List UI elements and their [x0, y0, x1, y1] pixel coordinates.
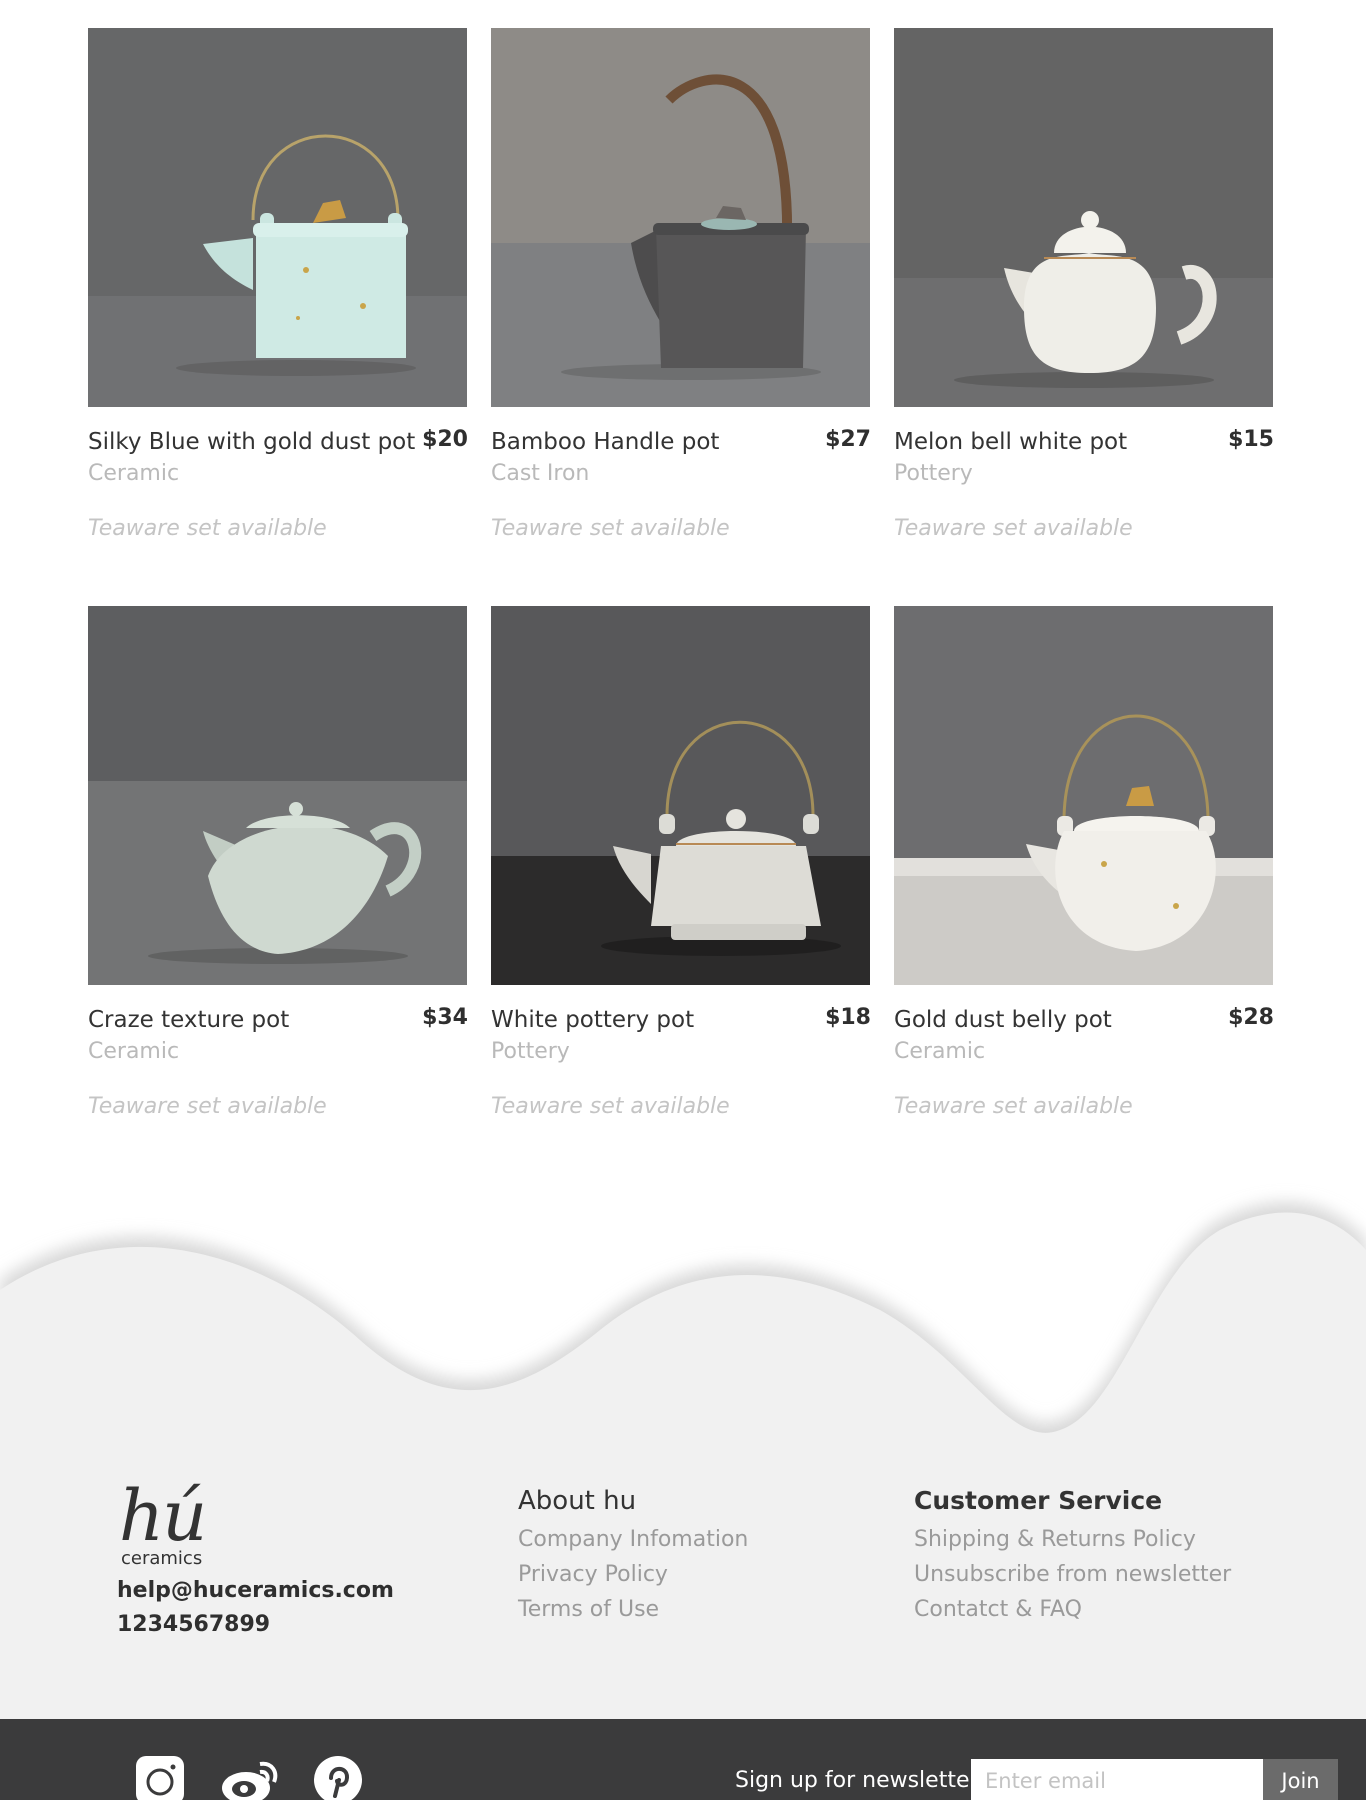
product-note: Teaware set available [88, 516, 327, 541]
product-price: $18 [825, 1005, 871, 1030]
newsletter-label: Sign up for newsletter [735, 1768, 979, 1793]
footer-link-shipping-returns[interactable]: Shipping & Returns Policy [914, 1522, 1231, 1557]
product-card[interactable]: Silky Blue with gold dust pot $20 Cerami… [88, 28, 468, 606]
product-image-craze-texture[interactable] [88, 606, 467, 985]
product-material: Cast Iron [491, 461, 590, 486]
product-card[interactable]: Gold dust belly pot $28 Ceramic Teaware … [894, 606, 1274, 1184]
product-material: Ceramic [88, 461, 180, 486]
product-note: Teaware set available [491, 1094, 730, 1119]
instagram-icon[interactable] [136, 1756, 184, 1800]
product-image-melon-bell[interactable] [894, 28, 1273, 407]
footer-service-column: Customer Service Shipping & Returns Poli… [914, 1484, 1231, 1627]
product-card[interactable]: Bamboo Handle pot $27 Cast Iron Teaware … [491, 28, 871, 606]
contact-email[interactable]: help@huceramics.com [117, 1574, 417, 1608]
brand-logo[interactable]: hú [119, 1481, 417, 1551]
teapot-white-image [894, 28, 1273, 407]
teapot-pottery-image [491, 606, 870, 985]
weibo-icon[interactable] [220, 1756, 280, 1800]
teapot-gold-belly-image [894, 606, 1273, 985]
product-image-bamboo-handle[interactable] [491, 28, 870, 407]
footer-link-contact-faq[interactable]: Contatct & FAQ [914, 1592, 1231, 1627]
footer-about-column: About hu Company Infomation Privacy Poli… [518, 1484, 748, 1627]
product-image-gold-dust-belly[interactable] [894, 606, 1273, 985]
product-note: Teaware set available [88, 1094, 327, 1119]
product-card[interactable]: Melon bell white pot $15 Pottery Teaware… [894, 28, 1274, 606]
product-image-white-pottery[interactable] [491, 606, 870, 985]
service-heading: Customer Service [914, 1486, 1163, 1515]
product-image-silky-blue[interactable] [88, 28, 467, 407]
product-price: $28 [1228, 1005, 1274, 1030]
teapot-bamboo-image [491, 28, 870, 407]
pinterest-icon[interactable] [314, 1756, 362, 1800]
product-info: White pottery pot $18 Pottery Teaware se… [491, 1005, 871, 1155]
product-info: Craze texture pot $34 Ceramic Teaware se… [88, 1005, 468, 1155]
product-material: Ceramic [894, 1039, 986, 1064]
join-button[interactable]: Join [1263, 1759, 1338, 1800]
product-price: $27 [825, 427, 871, 452]
page: Silky Blue with gold dust pot $20 Cerami… [0, 0, 1366, 1800]
product-name[interactable]: Bamboo Handle pot [491, 427, 719, 457]
product-price: $34 [422, 1005, 468, 1030]
product-name[interactable]: White pottery pot [491, 1005, 694, 1035]
product-price: $15 [1228, 427, 1274, 452]
brand-subtitle: ceramics [121, 1548, 203, 1569]
product-note: Teaware set available [894, 516, 1133, 541]
teapot-craze-image [88, 606, 467, 985]
product-name[interactable]: Silky Blue with gold dust pot [88, 427, 415, 457]
product-grid: Silky Blue with gold dust pot $20 Cerami… [88, 28, 1274, 1184]
product-note: Teaware set available [894, 1094, 1133, 1119]
product-material: Ceramic [88, 1039, 180, 1064]
product-info: Gold dust belly pot $28 Ceramic Teaware … [894, 1005, 1274, 1155]
product-name[interactable]: Gold dust belly pot [894, 1005, 1112, 1035]
product-info: Melon bell white pot $15 Pottery Teaware… [894, 427, 1274, 577]
product-material: Pottery [491, 1039, 570, 1064]
product-material: Pottery [894, 461, 973, 486]
footer-brand: hú ceramics help@huceramics.com 12345678… [117, 1481, 417, 1642]
footer-link-company-info[interactable]: Company Infomation [518, 1522, 748, 1557]
footer-link-privacy-policy[interactable]: Privacy Policy [518, 1557, 748, 1592]
about-heading: About hu [518, 1486, 637, 1516]
newsletter-email-input[interactable] [971, 1759, 1263, 1800]
footer-link-terms-of-use[interactable]: Terms of Use [518, 1592, 748, 1627]
teapot-handle-blue-image [88, 28, 467, 407]
product-card[interactable]: Craze texture pot $34 Ceramic Teaware se… [88, 606, 468, 1184]
product-name[interactable]: Melon bell white pot [894, 427, 1127, 457]
product-info: Silky Blue with gold dust pot $20 Cerami… [88, 427, 468, 577]
contact-phone: 1234567899 [117, 1612, 271, 1637]
footer-link-unsubscribe[interactable]: Unsubscribe from newsletter [914, 1557, 1231, 1592]
product-card[interactable]: White pottery pot $18 Pottery Teaware se… [491, 606, 871, 1184]
bottom-bar: Sign up for newsletter Join [0, 1719, 1366, 1800]
product-info: Bamboo Handle pot $27 Cast Iron Teaware … [491, 427, 871, 577]
product-note: Teaware set available [491, 516, 730, 541]
product-price: $20 [422, 427, 468, 452]
product-name[interactable]: Craze texture pot [88, 1005, 289, 1035]
